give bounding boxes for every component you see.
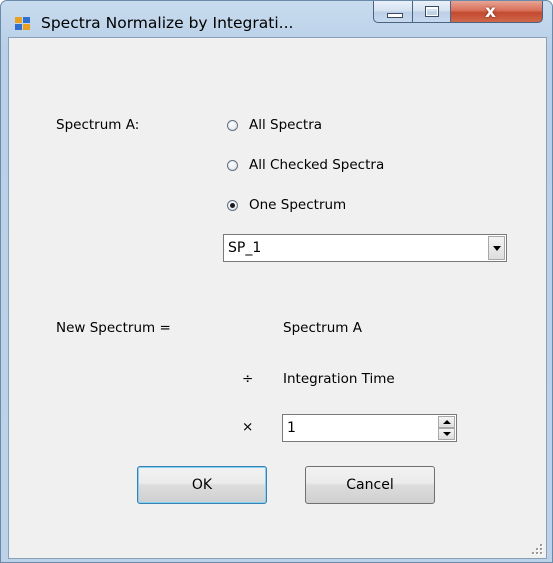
- multiplier-value: 1: [287, 420, 296, 436]
- spin-up-icon[interactable]: [438, 416, 455, 428]
- cancel-button[interactable]: Cancel: [305, 466, 435, 504]
- radio-label: All Checked Spectra: [249, 157, 385, 173]
- close-icon: x: [485, 2, 496, 22]
- radio-circle: [227, 119, 238, 131]
- new-spectrum-label: New Spectrum =: [56, 320, 171, 336]
- maximize-icon: [425, 6, 439, 17]
- spectrum-select[interactable]: SP_1: [223, 234, 507, 262]
- radio-all-spectra[interactable]: All Spectra: [227, 117, 322, 133]
- spectrum-a-label: Spectrum A:: [56, 117, 140, 133]
- dialog-client-area: Spectrum A: All Spectra All Checked Spec…: [8, 37, 547, 559]
- spin-down-icon[interactable]: [438, 428, 455, 440]
- radio-all-checked-spectra[interactable]: All Checked Spectra: [227, 157, 384, 173]
- chevron-down-icon[interactable]: [488, 236, 505, 260]
- divide-symbol: ÷: [242, 371, 254, 387]
- radio-circle: [227, 159, 238, 171]
- spin-buttons: [438, 416, 455, 440]
- radio-label: One Spectrum: [249, 197, 347, 213]
- app-icon: [15, 17, 31, 31]
- multiply-symbol: ×: [242, 419, 254, 435]
- caption-buttons: x: [373, 1, 543, 23]
- multiplier-stepper[interactable]: 1: [282, 414, 457, 442]
- maximize-button[interactable]: [413, 1, 451, 23]
- spectrum-select-value: SP_1: [228, 240, 262, 256]
- radio-one-spectrum[interactable]: One Spectrum: [227, 197, 346, 213]
- window-title: Spectra Normalize by Integrati...: [41, 14, 294, 32]
- radio-label: All Spectra: [249, 117, 323, 133]
- integration-time-label: Integration Time: [283, 371, 395, 387]
- close-button[interactable]: x: [451, 1, 543, 23]
- minimize-button[interactable]: [373, 1, 413, 23]
- dialog-window: Spectra Normalize by Integrati... x Spec…: [0, 0, 553, 563]
- title-bar[interactable]: Spectra Normalize by Integrati... x: [1, 1, 552, 37]
- radio-circle-checked: [227, 199, 238, 211]
- formula-spectrum-a: Spectrum A: [283, 320, 362, 336]
- minimize-icon: [387, 13, 403, 18]
- resize-grip-icon[interactable]: [530, 542, 544, 556]
- ok-button[interactable]: OK: [137, 466, 267, 504]
